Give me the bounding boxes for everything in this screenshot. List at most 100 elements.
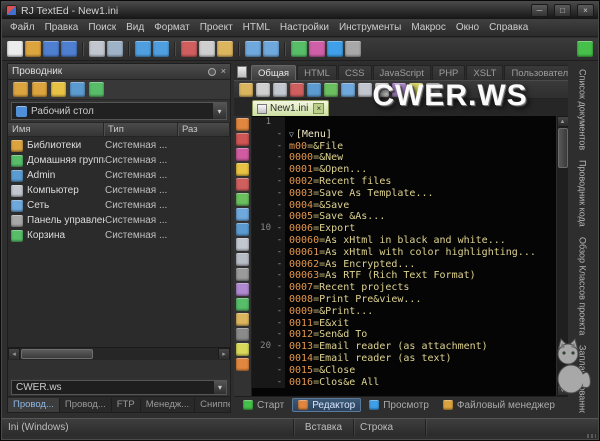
fold-icon[interactable]: ▽ [289,130,294,139]
undo-icon[interactable] [135,41,151,57]
side-tab-document-list[interactable]: Список документов [578,69,588,150]
desktop-icon[interactable] [70,82,85,97]
filter-dropdown-icon[interactable]: ▾ [213,381,226,394]
save-all-icon[interactable] [61,41,77,57]
menu-item-file[interactable]: Файл [5,20,40,35]
view-tab-editor[interactable]: Редактор [292,398,361,412]
code-line[interactable]: -0007=Recent projects [252,282,556,294]
cut-icon[interactable] [181,41,197,57]
code-line[interactable]: -▽[Menu] [252,129,556,141]
print-icon[interactable] [89,41,105,57]
location-selector[interactable]: Рабочий стол ▾ [11,102,227,120]
code-line[interactable]: -0002=Recent files [252,176,556,188]
code-line[interactable]: -0005=Save &As... [252,211,556,223]
code-line[interactable]: -00062=As Encrypted... [252,259,556,271]
code-line[interactable]: -00063=As RTF (Rich Text Format) [252,270,556,282]
panel-tab-manager[interactable]: Менедж... [141,398,195,412]
print-preview-icon[interactable] [107,41,123,57]
code-line[interactable]: -0011=E&xit [252,318,556,330]
font-icon[interactable] [273,83,287,97]
horizontal-rule-icon[interactable] [236,268,249,281]
menu-item-macro[interactable]: Макрос [406,20,451,35]
div-tag-icon[interactable] [236,298,249,311]
panel-tab-ftp[interactable]: FTP [112,398,141,412]
resize-grip[interactable] [587,434,596,438]
category-tab-php[interactable]: PHP [432,65,466,80]
insert-link-icon[interactable] [236,208,249,221]
menu-item-search[interactable]: Поиск [83,20,121,35]
paste-icon[interactable] [217,41,233,57]
category-tab-javascript[interactable]: JavaScript [373,65,431,80]
explorer-item-admin[interactable]: AdminСистемная ... [8,168,230,183]
explorer-hscrollbar[interactable]: ◂ ▸ [8,347,230,359]
scroll-left-icon[interactable]: ◂ [8,348,20,360]
pin-icon[interactable] [208,68,216,76]
code-line[interactable]: 10-0006=Export [252,223,556,235]
category-tab-custom[interactable]: Пользовательские с [504,65,568,80]
menu-item-settings[interactable]: Настройки [275,20,334,35]
image-icon[interactable] [324,83,338,97]
pencil-red-icon[interactable] [236,133,249,146]
hscroll-thumb[interactable] [21,349,93,359]
palette-icon[interactable] [236,163,249,176]
column-header-2[interactable]: Раз [178,123,230,136]
maximize-button[interactable]: □ [554,4,571,17]
category-tab-html[interactable]: HTML [297,65,337,80]
view-tab-preview[interactable]: Просмотр [363,398,435,412]
code-line[interactable]: -0014=Email reader (as text) [252,353,556,365]
explorer-item-recycle-bin[interactable]: КорзинаСистемная ... [8,228,230,243]
code-line[interactable]: -00061=As xHtml with color highlighting.… [252,247,556,259]
text-color-icon[interactable] [290,83,304,97]
explorer-item-homegroup[interactable]: Домашняя группаСистемная ... [8,153,230,168]
menu-item-format[interactable]: Формат [149,20,195,35]
insert-list-icon[interactable] [236,253,249,266]
scroll-right-icon[interactable]: ▸ [218,348,230,360]
save-icon[interactable] [43,41,59,57]
insert-script-icon[interactable] [236,343,249,356]
dropdown-arrow-icon[interactable]: ▾ [212,103,226,119]
menu-item-html[interactable]: HTML [238,20,275,35]
category-tab-css[interactable]: CSS [338,65,372,80]
code-line[interactable]: -0008=Print Pre&view... [252,294,556,306]
bold-text-icon[interactable] [256,83,270,97]
code-line[interactable]: -0016=Clos&e All [252,377,556,389]
new-folder-icon[interactable] [32,82,47,97]
insert-table-icon[interactable] [236,238,249,251]
syntax-colors-icon[interactable] [309,41,325,57]
settings-icon[interactable] [345,41,361,57]
code-line[interactable]: -0003=Save As Template... [252,188,556,200]
open-folder-icon[interactable] [25,41,41,57]
code-line[interactable]: -00060=As xHtml in black and white... [252,235,556,247]
filter-input[interactable]: CWER.ws ▾ [11,380,227,395]
menu-item-view[interactable]: Вид [121,20,149,35]
code-line[interactable]: -0012=Sen&d To [252,329,556,341]
code-line[interactable]: 20-0013=Email reader (as attachment) [252,341,556,353]
menu-item-project[interactable]: Проект [195,20,238,35]
vscroll-thumb[interactable] [558,128,568,168]
snippet-icon[interactable] [236,358,249,371]
panel-close-icon[interactable]: × [221,67,226,76]
folder-up-icon[interactable] [13,82,28,97]
code-line[interactable]: -0004=&Save [252,200,556,212]
panel-tab-snippets[interactable]: Сниппеты [195,398,231,412]
marker-icon[interactable] [236,148,249,161]
column-header-0[interactable]: Имя [8,123,104,136]
insert-form-icon[interactable] [236,283,249,296]
sync-icon[interactable] [577,41,593,57]
menu-item-edit[interactable]: Правка [40,20,84,35]
side-tab-code-explorer[interactable]: Проводник кода [578,160,588,227]
browser-preview-icon[interactable] [327,41,343,57]
redo-icon[interactable] [153,41,169,57]
explorer-item-network[interactable]: СетьСистемная ... [8,198,230,213]
code-line[interactable]: 1 [252,117,556,129]
copy-icon[interactable] [199,41,215,57]
minimize-button[interactable]: ─ [531,4,548,17]
pencil-icon[interactable] [236,118,249,131]
category-tab-general[interactable]: Общая [251,65,296,80]
code-line[interactable]: -m00=&File [252,141,556,153]
span-tag-icon[interactable] [236,313,249,326]
favorites-icon[interactable] [51,82,66,97]
explorer-item-libraries[interactable]: БиблиотекиСистемная ... [8,138,230,153]
category-tab-xslt[interactable]: XSLT [466,65,503,80]
insert-image-icon[interactable] [236,193,249,206]
